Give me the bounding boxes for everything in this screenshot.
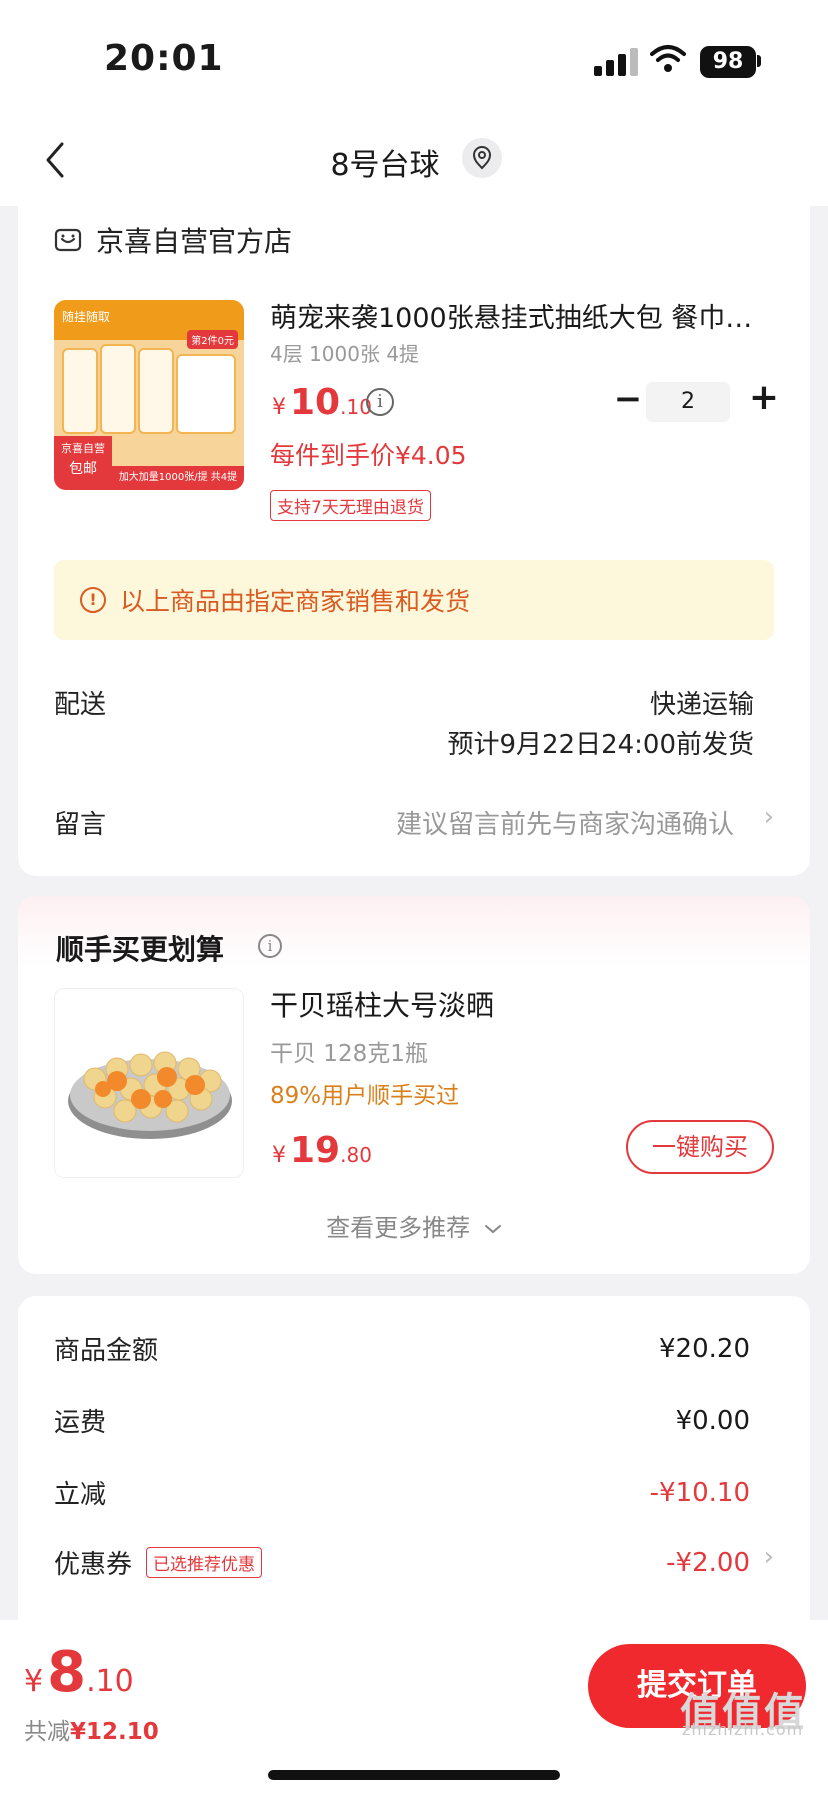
price-info-icon[interactable]: i xyxy=(366,388,394,416)
recommend-item-price: ¥ 19 .80 xyxy=(272,1130,372,1171)
location-pin-icon[interactable] xyxy=(462,138,502,178)
thumb-tag: 京喜自营 包邮 xyxy=(54,436,112,490)
total-saved[interactable]: 共减¥12.10 xyxy=(24,1712,159,1746)
see-more-label: 查看更多推荐 xyxy=(326,1214,471,1242)
thumb-footer: 加大加量1000张/提 共4提 xyxy=(112,466,244,490)
checkout-bar: ¥ 8 .10 共减¥12.10 提交订单 值值值 zhizhizhi.com xyxy=(0,1620,828,1796)
quantity-decrease-button[interactable]: − xyxy=(610,382,646,418)
thumb-pack xyxy=(100,344,136,434)
discount-row: 立减 -¥10.10 xyxy=(54,1474,750,1511)
store-icon xyxy=(54,228,82,252)
shop-name: 京喜自营官方店 xyxy=(96,225,293,258)
quantity-input[interactable]: 2 xyxy=(646,382,730,422)
recommend-item-name[interactable]: 干贝瑶柱大号淡晒 xyxy=(270,984,494,1024)
wifi-icon xyxy=(650,45,686,72)
thumb-pack xyxy=(138,348,174,434)
cellular-signal-icon xyxy=(594,48,642,76)
recommend-card: 顺手买更划算 i 干贝瑶柱大号淡晒 干贝 128克1瓶 89%用户顺手买过 ¥ … xyxy=(18,896,810,1274)
coupon-value: -¥2.00 xyxy=(666,1547,750,1578)
chevron-right-icon[interactable]: › xyxy=(764,802,774,832)
recommend-item-stat: 89%用户顺手买过 xyxy=(270,1083,460,1109)
message-input[interactable]: 建议留言前先与商家沟通确认 xyxy=(396,804,734,841)
quantity-increase-button[interactable]: + xyxy=(746,380,782,416)
return-policy-tag: 支持7天无理由退货 xyxy=(270,490,431,521)
delivery-eta: 预计9月22日24:00前发货 xyxy=(447,730,754,760)
goods-amount-label: 商品金额 xyxy=(54,1336,159,1366)
battery-icon: 98 xyxy=(700,46,756,78)
coupon-label: 优惠券 xyxy=(54,1550,133,1580)
battery-nub xyxy=(757,55,761,67)
shop-row[interactable]: 京喜自营官方店 xyxy=(54,220,292,260)
price-symbol: ¥ xyxy=(272,1143,286,1168)
price-symbol: ¥ xyxy=(272,395,286,420)
seller-notice: ! 以上商品由指定商家销售和发货 xyxy=(54,560,774,640)
see-more-recommendations[interactable]: 查看更多推荐 xyxy=(18,1208,810,1243)
home-indicator[interactable] xyxy=(268,1770,560,1780)
delivery-label: 配送 xyxy=(54,690,107,720)
order-item-card: 京喜自营官方店 随挂随取 第2件0元 京喜自营 包邮 加大加量1000张/提 共… xyxy=(18,190,810,876)
price-summary-card: 商品金额 ¥20.20 运费 ¥0.00 立减 -¥10.10 优惠券 已选推荐… xyxy=(18,1296,810,1636)
total-price: ¥ 8 .10 xyxy=(24,1640,134,1705)
goods-amount-row: 商品金额 ¥20.20 xyxy=(54,1330,750,1367)
shipping-fee-row: 运费 ¥0.00 xyxy=(54,1402,750,1439)
recommend-title: 顺手买更划算 xyxy=(56,933,225,966)
status-bar: 20:01 98 xyxy=(0,0,828,110)
price-decimal: .80 xyxy=(340,1143,372,1167)
coupon-row[interactable]: 优惠券 已选推荐优惠 -¥2.00 xyxy=(54,1544,750,1581)
recommend-info-icon[interactable]: i xyxy=(258,934,282,958)
watermark-text: zhizhizhi.com xyxy=(682,1720,804,1739)
saved-value: ¥12.10 xyxy=(70,1719,159,1745)
price-integer: 10 xyxy=(290,382,341,423)
thumb-band-text: 随挂随取 xyxy=(62,310,111,324)
recommend-item-spec: 干贝 128克1瓶 xyxy=(270,1041,428,1067)
discount-value: -¥10.10 xyxy=(649,1477,750,1508)
status-time: 20:01 xyxy=(104,38,224,79)
total-symbol: ¥ xyxy=(24,1664,44,1699)
thumb-tag-line1: 京喜自营 xyxy=(61,442,105,455)
discount-label: 立减 xyxy=(54,1480,107,1510)
total-decimal: .10 xyxy=(86,1664,134,1699)
price-integer: 19 xyxy=(290,1130,341,1171)
notice-text: 以上商品由指定商家销售和发货 xyxy=(120,587,471,616)
shipping-fee-label: 运费 xyxy=(54,1408,107,1438)
thumb-badge: 第2件0元 xyxy=(187,330,238,349)
shipping-fee-value: ¥0.00 xyxy=(675,1405,750,1436)
coupon-tag: 已选推荐优惠 xyxy=(146,1547,263,1578)
saved-label: 共减 xyxy=(24,1719,70,1745)
page-title: 8号台球 xyxy=(330,148,440,183)
product-price: ¥ 10 .10 xyxy=(272,382,372,423)
product-spec[interactable]: 4层 1000张 4提 xyxy=(270,338,419,367)
unit-price: 每件到手价¥4.05 xyxy=(270,441,467,470)
thumb-tag-line2: 包邮 xyxy=(69,461,97,477)
product-image[interactable]: 随挂随取 第2件0元 京喜自营 包邮 加大加量1000张/提 共4提 xyxy=(54,300,244,490)
message-label: 留言 xyxy=(54,810,107,840)
total-integer: 8 xyxy=(47,1640,87,1705)
one-click-buy-button[interactable]: 一键购买 xyxy=(626,1120,774,1174)
chevron-right-icon[interactable]: › xyxy=(764,1542,774,1572)
thumb-hanging-pack xyxy=(176,354,236,434)
chevron-down-icon xyxy=(484,1225,501,1234)
recommend-item-image[interactable] xyxy=(54,988,244,1178)
info-icon: ! xyxy=(80,587,106,613)
goods-amount-value: ¥20.20 xyxy=(659,1333,750,1364)
delivery-method[interactable]: 快递运输 xyxy=(650,684,754,721)
product-title[interactable]: 萌宠来袭1000张悬挂式抽纸大包 餐巾… xyxy=(270,296,790,335)
scallop-image xyxy=(68,1051,232,1139)
thumb-pack xyxy=(62,348,98,434)
